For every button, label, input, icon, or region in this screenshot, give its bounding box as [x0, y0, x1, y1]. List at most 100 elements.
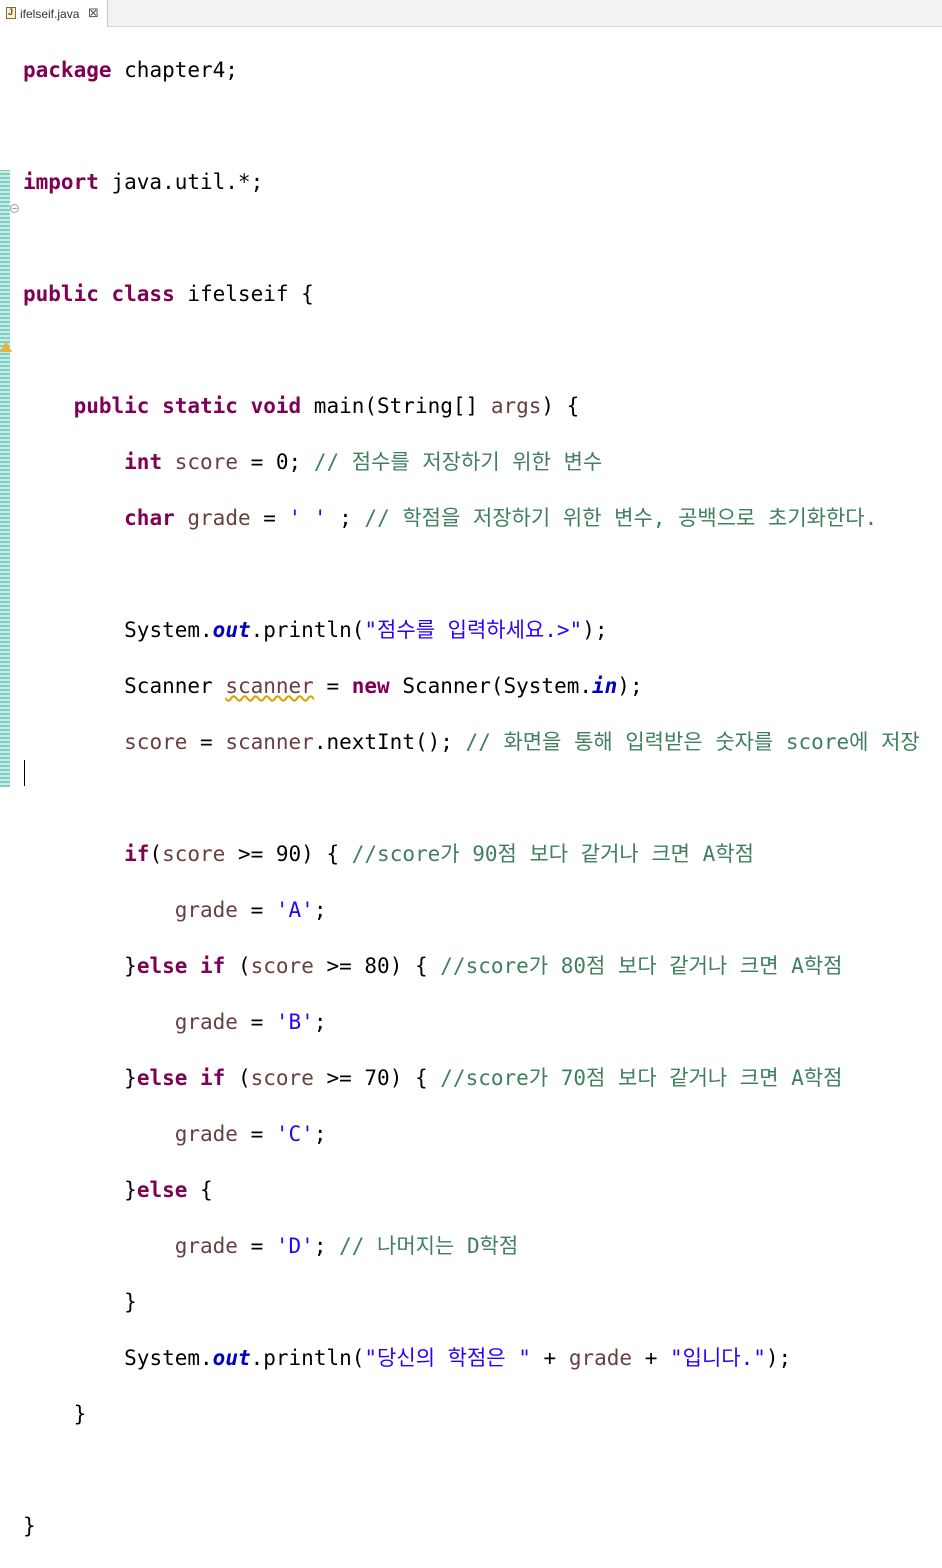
code-text: } [124, 1178, 137, 1202]
code-text: = [250, 506, 289, 530]
variable: grade [174, 1122, 238, 1146]
static-field: in [592, 674, 618, 698]
code-line-16: grade = 'A'; [23, 896, 920, 924]
tab-ifelseif-java[interactable]: ifelseif.java ⊠ [0, 0, 108, 27]
code-text: ifelseif { [174, 282, 314, 306]
text-cursor [24, 760, 25, 786]
variable: grade [174, 1234, 238, 1258]
code-line-25: } [23, 1400, 920, 1428]
variable: score [250, 1066, 314, 1090]
code-text: } [23, 1514, 36, 1538]
code-text: ; [313, 898, 327, 922]
keyword: else if [136, 1066, 226, 1090]
code-line-12: Scanner scanner = new Scanner(System.in)… [23, 672, 920, 700]
keyword: int [124, 450, 163, 474]
variable: score [124, 730, 188, 754]
code-line-23: } [23, 1288, 920, 1316]
code-text: Scanner(System. [389, 674, 592, 698]
code-text: = [237, 1010, 276, 1034]
code-text: ); [617, 674, 643, 698]
code-line-5: public class ifelseif { [23, 280, 920, 308]
editor-tab-bar: ifelseif.java ⊠ [0, 0, 942, 27]
comment: // 학점을 저장하기 위한 변수, 공백으로 초기화한다. [364, 506, 878, 530]
string-literal: 'D' [275, 1234, 314, 1258]
code-text: ; [313, 1010, 327, 1034]
code-text: ; [326, 506, 365, 530]
tab-label: ifelseif.java [20, 7, 80, 21]
comment: //score가 80점 보다 같거나 크면 A학점 [440, 954, 843, 978]
code-line-20: grade = 'C'; [23, 1120, 920, 1148]
keyword: public class [23, 282, 175, 306]
code-line-17: }else if (score >= 80) { //score가 80점 보다… [23, 952, 920, 980]
comment: // 점수를 저장하기 위한 변수 [313, 450, 603, 474]
code-line-1: package chapter4; [23, 56, 920, 84]
variable: grade [174, 1010, 238, 1034]
variable: score [162, 842, 226, 866]
code-text: ; [313, 1234, 340, 1258]
code-text: = [237, 1122, 276, 1146]
string-literal: 'A' [275, 898, 314, 922]
variable: grade [174, 898, 238, 922]
code-text: chapter4; [111, 58, 238, 82]
code-line-22: grade = 'D'; // 나머지는 D학점 [23, 1232, 920, 1260]
keyword: char [124, 506, 175, 530]
code-line-7: public static void main(String[] args) { [23, 392, 920, 420]
code-text: ( [225, 954, 251, 978]
warning-icon[interactable] [0, 341, 12, 352]
comment: // 나머지는 D학점 [339, 1234, 519, 1258]
string-literal: "점수를 입력하세요.>" [364, 618, 583, 642]
code-text: = [187, 730, 226, 754]
keyword: package [23, 58, 112, 82]
variable: grade [568, 1346, 633, 1370]
code-text: ); [765, 1346, 792, 1370]
collapse-icon[interactable]: − [10, 204, 19, 213]
code-text: { [187, 1178, 213, 1202]
code-text: main(String[] [301, 394, 491, 418]
keyword: if [124, 842, 150, 866]
code-line-11: System.out.println("점수를 입력하세요.>"); [23, 616, 920, 644]
java-file-icon [6, 7, 16, 19]
parameter: args [490, 394, 542, 418]
code-text: ( [225, 1066, 251, 1090]
variable: scanner [225, 730, 314, 754]
keyword: new [351, 674, 390, 698]
keyword: else if [136, 954, 226, 978]
code-text: } [124, 954, 137, 978]
code-text: java.util.*; [98, 170, 264, 194]
keyword: import [23, 170, 99, 194]
comment: //score가 70점 보다 같거나 크면 A학점 [440, 1066, 843, 1090]
code-line-24: System.out.println("당신의 학점은 " + grade + … [23, 1344, 920, 1372]
code-text: .nextInt(); [313, 730, 466, 754]
code-line-13: score = scanner.nextInt(); // 화면을 통해 입력받… [23, 728, 920, 756]
string-literal: 'C' [275, 1122, 314, 1146]
code-text: Scanner [124, 674, 226, 698]
code-text: = [237, 898, 276, 922]
code-line-18: grade = 'B'; [23, 1008, 920, 1036]
code-editor[interactable]: package chapter4; import java.util.*; pu… [23, 28, 920, 1568]
variable-with-warning: scanner [225, 674, 314, 698]
keyword: public static void [73, 394, 302, 418]
code-text: .println( [250, 618, 365, 642]
code-text: ) { [541, 394, 580, 418]
code-text: } [73, 1402, 87, 1426]
close-icon[interactable]: ⊠ [88, 6, 99, 21]
code-text: System. [124, 618, 213, 642]
string-literal: "당신의 학점은 " [364, 1346, 531, 1370]
code-text: + [530, 1346, 569, 1370]
code-text: + [632, 1346, 670, 1370]
code-text: >= 90) { [225, 842, 352, 866]
change-ruler [0, 170, 10, 787]
static-field: out [212, 1346, 251, 1370]
code-text: .println( [250, 1346, 365, 1370]
code-text: >= 70) { [313, 1066, 441, 1090]
code-line-19: }else if (score >= 70) { //score가 70점 보다… [23, 1064, 920, 1092]
string-literal: "입니다." [670, 1346, 766, 1370]
code-line-27: } [23, 1512, 920, 1540]
code-line-15: if(score >= 90) { //score가 90점 보다 같거나 크면… [23, 840, 920, 868]
variable: score [174, 450, 238, 474]
string-literal: ' ' [288, 506, 327, 530]
